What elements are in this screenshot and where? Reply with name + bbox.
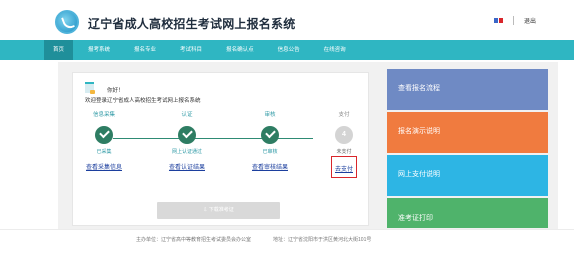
pay-highlight-box: 去支付 xyxy=(330,156,357,178)
step-label: 认证 xyxy=(181,112,193,118)
tile-view-process[interactable]: 查看报名流程 xyxy=(387,69,548,110)
check-icon xyxy=(178,126,196,144)
go-pay-link[interactable]: 去支付 xyxy=(335,164,353,173)
step-collect: 信息采集 已采集 查看采集信息 xyxy=(74,111,134,174)
tile-payment-guide[interactable]: 网上支付说明 xyxy=(387,155,548,196)
logout-link[interactable]: 退出 xyxy=(524,16,536,25)
tile-label: 报名演示说明 xyxy=(398,128,440,135)
download-button-label: 下载准考证 xyxy=(208,207,234,213)
user-area: 退出 xyxy=(493,16,536,25)
user-flag-icon xyxy=(493,18,503,23)
nav-home[interactable]: 首页 xyxy=(44,40,74,60)
site-header: 辽宁省成人高校招生考试网上报名系统 退出 xyxy=(0,0,574,40)
tile-print-ticket[interactable]: 准考证打印 xyxy=(387,198,548,228)
nav-online-consult[interactable]: 在线咨询 xyxy=(315,40,355,60)
step-status: 已审核 xyxy=(262,149,278,155)
step-status: 未支付 xyxy=(336,149,352,155)
progress-card: 你好！ 欢迎登录辽宁省成人高校招生考试网上报名系统 信息采集 已采集 查看采集信… xyxy=(72,72,369,226)
tile-label: 查看报名流程 xyxy=(398,85,440,92)
divider xyxy=(512,16,514,25)
step-verify: 认证 网上认证通过 查看认证结果 xyxy=(157,111,217,174)
view-review-link[interactable]: 查看审核结果 xyxy=(252,162,288,171)
step-status: 网上认证通过 xyxy=(171,149,202,155)
progress-steps: 信息采集 已采集 查看采集信息 认证 网上认证通过 查看认证结果 审核 已审核 … xyxy=(73,111,370,181)
view-verify-link[interactable]: 查看认证结果 xyxy=(169,162,205,171)
welcome-message: 欢迎登录辽宁省成人高校招生考试网上报名系统 xyxy=(85,98,201,104)
check-icon xyxy=(261,126,279,144)
step-label: 支付 xyxy=(338,112,350,118)
check-icon xyxy=(95,126,113,144)
site-logo-icon xyxy=(55,10,79,34)
step-review: 审核 已审核 查看审核结果 xyxy=(240,111,300,174)
user-card-icon xyxy=(85,82,95,94)
step-label: 信息采集 xyxy=(92,112,115,118)
footer-address: 地址：辽宁省沈阳市于洪区黄河北大街101号 xyxy=(273,237,372,243)
nav-majors[interactable]: 报名专业 xyxy=(125,40,165,60)
site-footer: 主办单位：辽宁省高中等教育招生考试委员会办公室 地址：辽宁省沈阳市于洪区黄河北大… xyxy=(0,229,574,248)
step-status: 已采集 xyxy=(96,149,112,155)
view-collect-link[interactable]: 查看采集信息 xyxy=(86,162,122,171)
download-admission-ticket-button[interactable]: ⇩ 下载准考证 xyxy=(157,202,280,219)
step-label: 审核 xyxy=(264,112,276,118)
tile-label: 网上支付说明 xyxy=(398,171,440,178)
footer-host: 主办单位：辽宁省高中等教育招生考试委员会办公室 xyxy=(136,237,252,243)
step-pay: 支付 4 未支付 去支付 xyxy=(314,111,374,178)
step-number: 4 xyxy=(335,126,353,144)
tile-label: 准考证打印 xyxy=(398,215,433,222)
nav-subjects[interactable]: 考试科目 xyxy=(171,40,211,60)
nav-registration[interactable]: 报考系统 xyxy=(79,40,119,60)
tile-demo-guide[interactable]: 报名演示说明 xyxy=(387,112,548,153)
nav-confirmation-points[interactable]: 报名确认点 xyxy=(217,40,263,60)
nav-announcements[interactable]: 信息公告 xyxy=(269,40,309,60)
site-title: 辽宁省成人高校招生考试网上报名系统 xyxy=(88,17,296,31)
greeting: 你好！ xyxy=(107,88,124,94)
main-nav: 首页 报考系统 报名专业 考试科目 报名确认点 信息公告 在线咨询 xyxy=(0,40,574,60)
